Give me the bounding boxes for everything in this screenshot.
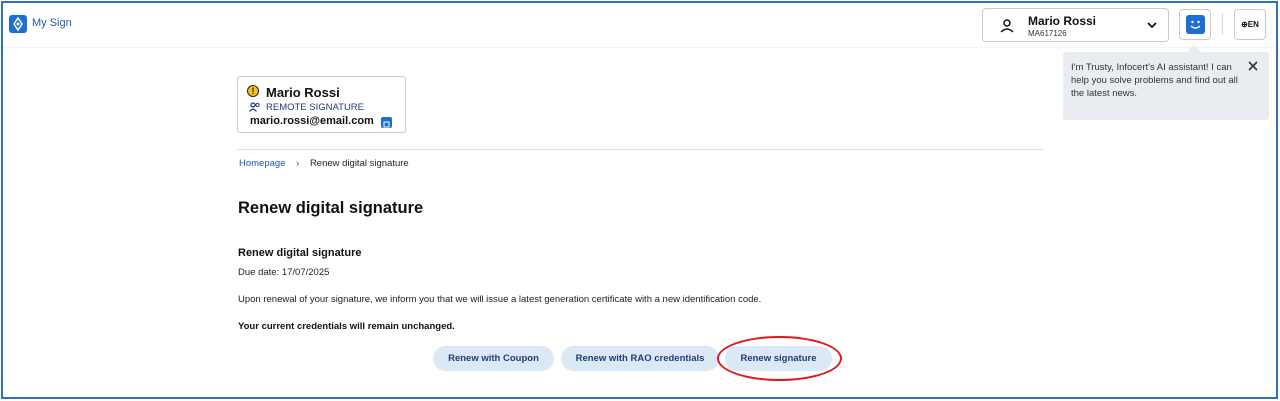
breadcrumb-home-link[interactable]: Homepage: [239, 158, 285, 169]
close-icon[interactable]: [1248, 61, 1258, 71]
highlight-annotation: [717, 336, 842, 381]
renewal-notice: Upon renewal of your signature, we infor…: [238, 294, 762, 305]
people-icon: [249, 102, 260, 112]
profile-email: mario.rossi@email.com: [250, 115, 374, 127]
profile-card: ! Mario Rossi REMOTE SIGNATURE mario.ros…: [237, 76, 406, 133]
user-name: Mario Rossi: [1028, 14, 1097, 28]
header-shadow: [3, 47, 1276, 49]
signature-type: REMOTE SIGNATURE: [266, 102, 364, 113]
credentials-notice: Your current credentials will remain unc…: [238, 321, 455, 332]
profile-name: Mario Rossi: [266, 85, 340, 100]
edit-icon[interactable]: [381, 117, 392, 128]
tooltip-text: I'm Trusty, Infocert's AI assistant! I c…: [1071, 62, 1238, 99]
person-icon: [1000, 19, 1014, 33]
breadcrumb-separator: ›: [296, 158, 300, 169]
warning-icon: !: [247, 85, 259, 97]
due-date: Due date: 17/07/2025: [238, 267, 330, 278]
page-title: Renew digital signature: [238, 199, 424, 217]
renew-with-rao-button[interactable]: Renew with RAO credentials: [561, 346, 719, 371]
ai-assistant-icon: [1186, 15, 1205, 34]
user-code: MA617126: [1028, 29, 1067, 38]
header-divider: [1222, 13, 1223, 35]
language-button[interactable]: ⊕EN: [1234, 9, 1266, 40]
user-menu-button[interactable]: Mario Rossi MA617126: [982, 8, 1169, 42]
tooltip-arrow: [1187, 45, 1201, 52]
renew-with-coupon-button[interactable]: Renew with Coupon: [433, 346, 554, 371]
app-window: My Sign Mario Rossi MA617126 ⊕EN I'm Tru…: [1, 1, 1278, 399]
assistant-tooltip: I'm Trusty, Infocert's AI assistant! I c…: [1063, 45, 1269, 120]
app-title[interactable]: My Sign: [32, 17, 72, 29]
breadcrumb-current: Renew digital signature: [309, 158, 409, 169]
chevron-down-icon: [1147, 22, 1157, 29]
ai-assistant-button[interactable]: [1179, 9, 1211, 40]
section-title: Renew digital signature: [238, 247, 362, 259]
sign-logo-icon[interactable]: [9, 15, 27, 33]
breadcrumb: Homepage › Renew digital signature: [239, 158, 409, 169]
content-divider: [237, 149, 1044, 150]
